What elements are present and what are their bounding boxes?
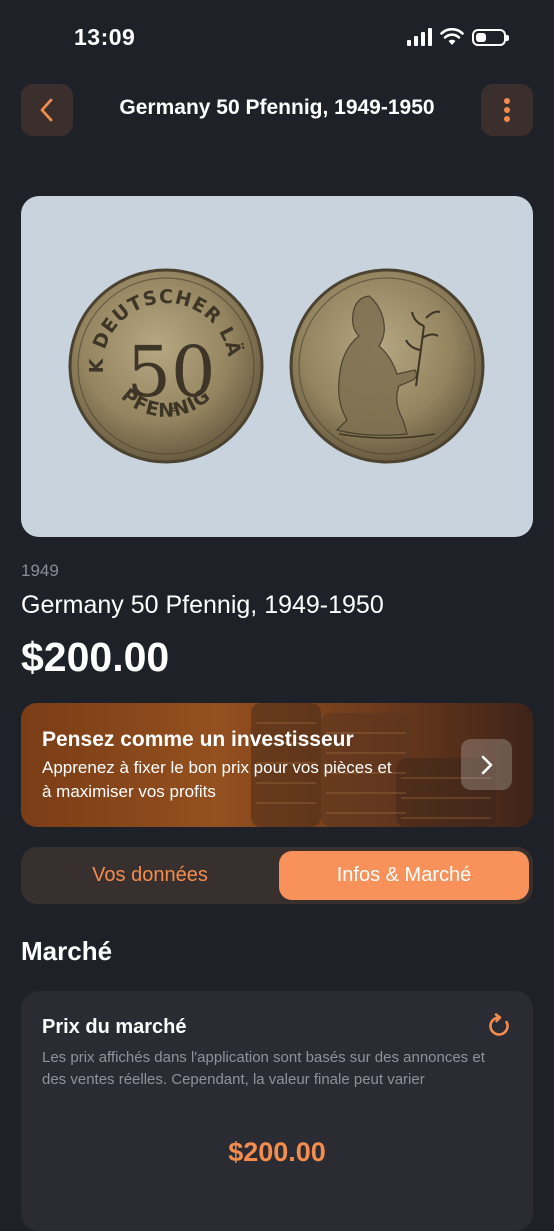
refresh-button[interactable] <box>486 1013 512 1044</box>
status-bar: 13:09 <box>0 0 554 70</box>
refresh-icon <box>489 1013 509 1036</box>
back-button[interactable] <box>21 84 73 136</box>
section-title-market: Marché <box>21 936 113 966</box>
promo-arrow-button[interactable] <box>461 739 512 790</box>
chevron-left-icon <box>40 98 53 122</box>
market-price: $200.00 <box>228 1137 326 1167</box>
more-vertical-icon <box>504 98 510 122</box>
more-options-button[interactable] <box>481 84 533 136</box>
battery-icon <box>472 28 509 46</box>
market-card-title: Prix du marché <box>42 1016 187 1038</box>
coin-image: BANK DEUTSCHER LÄNDER 50 F PFENNIG <box>21 196 485 464</box>
chevron-right-icon <box>481 755 492 774</box>
promo-title: Pensez comme un investisseur <box>42 728 354 751</box>
page-title: Germany 50 Pfennig, 1949-1950 <box>119 96 435 119</box>
coin-price: $200.00 <box>21 634 170 680</box>
market-price-card: Prix du marché Les prix affichés dans l'… <box>21 991 533 1231</box>
wifi-icon <box>440 28 464 45</box>
coin-image-card[interactable]: BANK DEUTSCHER LÄNDER 50 F PFENNIG <box>21 196 533 537</box>
investor-promo-banner[interactable]: Pensez comme un investisseur Apprenez à … <box>21 703 533 827</box>
tab-vos-donnees[interactable]: Vos données <box>25 851 275 900</box>
signal-icon <box>407 28 432 46</box>
status-time: 13:09 <box>74 24 136 50</box>
coin-reverse <box>289 268 485 464</box>
coin-name: Germany 50 Pfennig, 1949-1950 <box>21 591 384 619</box>
market-description: Les prix affichés dans l'application son… <box>42 1049 485 1088</box>
tab-infos-marche[interactable]: Infos & Marché <box>279 851 529 900</box>
tab-switcher: Vos données Infos & Marché <box>21 847 533 904</box>
promo-text: Apprenez à fixer le bon prix pour vos pi… <box>42 758 392 801</box>
coin-year: 1949 <box>21 561 59 580</box>
status-icons <box>407 28 509 46</box>
battery-fill <box>476 32 487 42</box>
coin-obverse: BANK DEUTSCHER LÄNDER 50 F PFENNIG <box>21 196 264 464</box>
